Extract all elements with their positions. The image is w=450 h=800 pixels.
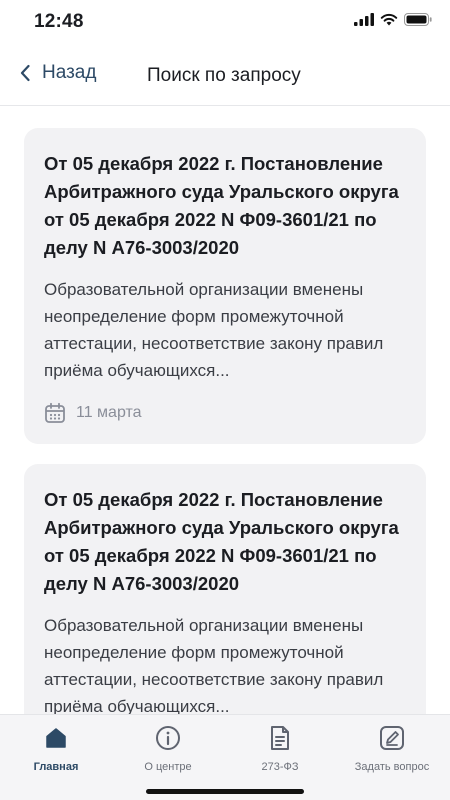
result-title: От 05 декабря 2022 г. Постановление Арби…	[44, 489, 399, 594]
tab-bar: Главная О центре 273-ФЗ Задать вопрос	[0, 714, 450, 800]
result-card[interactable]: От 05 декабря 2022 г. Постановление Арби…	[24, 128, 426, 444]
edit-icon	[379, 723, 405, 753]
tab-label: Главная	[33, 761, 79, 773]
battery-icon	[404, 13, 432, 26]
tab-about[interactable]: О центре	[112, 723, 224, 773]
status-icons	[354, 13, 432, 26]
status-time: 12:48	[34, 11, 84, 32]
back-button[interactable]: Назад	[20, 62, 96, 84]
navigation-bar: Назад Поиск по запросу	[0, 46, 450, 106]
result-card[interactable]: От 05 декабря 2022 г. Постановление Арби…	[24, 464, 426, 714]
document-icon	[268, 723, 292, 753]
home-indicator	[146, 789, 304, 794]
result-description: Образовательной организации вменены неоп…	[44, 280, 384, 380]
status-bar: 12:48	[0, 0, 450, 46]
tab-home[interactable]: Главная	[0, 723, 112, 773]
tab-label: О центре	[144, 761, 192, 773]
signal-icon	[354, 13, 374, 26]
result-date: 11 марта	[76, 404, 142, 421]
result-title: От 05 декабря 2022 г. Постановление Арби…	[44, 153, 399, 258]
tab-law[interactable]: 273-ФЗ	[224, 723, 336, 773]
results-list[interactable]: От 05 декабря 2022 г. Постановление Арби…	[0, 106, 450, 714]
chevron-left-icon	[20, 64, 30, 82]
back-label: Назад	[42, 62, 97, 83]
wifi-icon	[380, 13, 398, 26]
info-icon	[155, 723, 181, 753]
page-title: Поиск по запросу	[147, 65, 301, 86]
tab-ask-question[interactable]: Задать вопрос	[336, 723, 448, 773]
calendar-icon	[45, 402, 65, 423]
tab-label: Задать вопрос	[354, 761, 430, 773]
tab-label: 273-ФЗ	[261, 761, 299, 773]
result-date-row: 11 марта	[44, 402, 406, 424]
home-icon	[44, 723, 68, 753]
result-description: Образовательной организации вменены неоп…	[44, 616, 384, 714]
